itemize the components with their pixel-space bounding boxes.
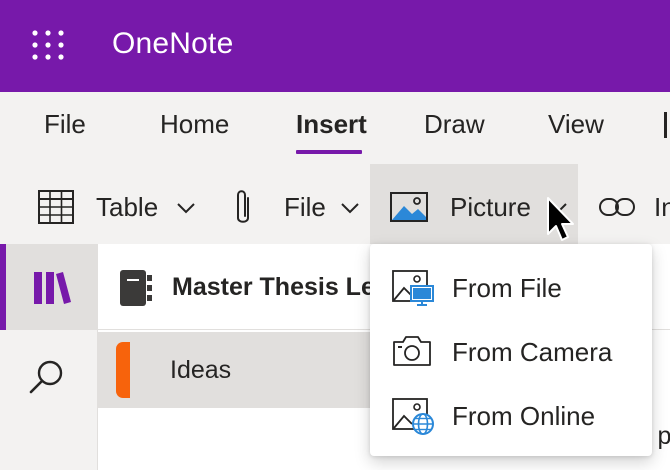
title-bar: OneNote	[0, 0, 670, 92]
camera-icon	[393, 336, 431, 366]
section-color-tab	[116, 342, 130, 398]
picture-online-icon	[392, 398, 434, 435]
link-button[interactable]: In	[588, 164, 670, 244]
search-icon[interactable]	[24, 356, 68, 400]
menu-item-label: From Camera	[452, 337, 613, 367]
paperclip-icon	[237, 190, 249, 223]
tab-insert[interactable]: Insert	[296, 108, 367, 140]
tab-view[interactable]: View	[548, 108, 604, 140]
attach-file-button[interactable]: File	[222, 164, 370, 244]
menu-item-label: From File	[452, 273, 562, 303]
app-launcher-icon[interactable]	[32, 30, 64, 60]
attach-file-label: File	[284, 192, 326, 222]
menu-item-label: From Online	[452, 401, 596, 431]
link-icon	[599, 198, 635, 216]
tab-overflow-edge	[664, 112, 667, 138]
menu-item-from-file[interactable]: From File	[370, 256, 652, 320]
tab-draw[interactable]: Draw	[424, 108, 485, 140]
mouse-cursor-icon	[547, 197, 574, 241]
picture-from-file-icon	[392, 270, 434, 306]
chevron-down-icon	[341, 203, 359, 214]
chevron-down-icon	[177, 203, 195, 214]
picture-icon	[390, 192, 428, 222]
onenote-window: OneNote File Home Insert Draw View Table	[0, 0, 670, 470]
table-button[interactable]: Table	[24, 164, 204, 244]
tab-home[interactable]: Home	[160, 108, 229, 140]
notebooks-button[interactable]	[0, 244, 98, 330]
menu-item-from-camera[interactable]: From Camera	[370, 320, 652, 384]
notebook-title: Master Thesis Lea	[172, 273, 389, 301]
notebook-icon	[120, 270, 152, 306]
section-item[interactable]: Ideas	[98, 332, 408, 408]
table-label: Table	[96, 192, 159, 222]
section-label: Ideas	[170, 356, 232, 384]
left-rail	[0, 244, 98, 470]
picture-label: Picture	[450, 192, 531, 222]
menu-item-from-online[interactable]: From Online	[370, 384, 652, 448]
picture-dropdown-menu: From File From Camera From Online	[370, 244, 652, 456]
app-title: OneNote	[112, 27, 234, 60]
link-label: In	[654, 192, 670, 222]
active-tab-indicator	[296, 150, 362, 154]
notebooks-icon	[34, 272, 71, 304]
table-icon	[38, 190, 74, 224]
tab-file[interactable]: File	[44, 108, 86, 140]
